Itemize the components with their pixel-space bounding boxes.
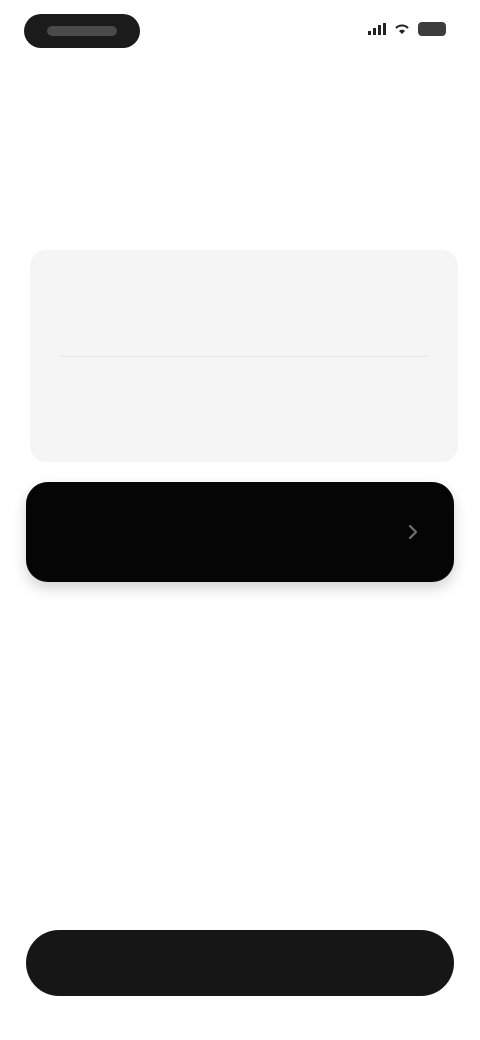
chevron-right-icon <box>402 521 424 543</box>
battery-icon <box>418 22 446 36</box>
signal-icon <box>368 23 386 35</box>
option-item-2[interactable] <box>30 356 458 462</box>
screen <box>0 0 480 1040</box>
option-item-1[interactable] <box>30 250 458 356</box>
status-bar <box>0 0 480 64</box>
options-card <box>30 250 458 462</box>
continue-button[interactable] <box>26 930 454 996</box>
status-time-pill <box>24 14 140 48</box>
wifi-icon <box>395 24 409 34</box>
status-icons <box>368 22 446 36</box>
selected-option-row[interactable] <box>26 482 454 582</box>
status-time <box>47 26 117 36</box>
